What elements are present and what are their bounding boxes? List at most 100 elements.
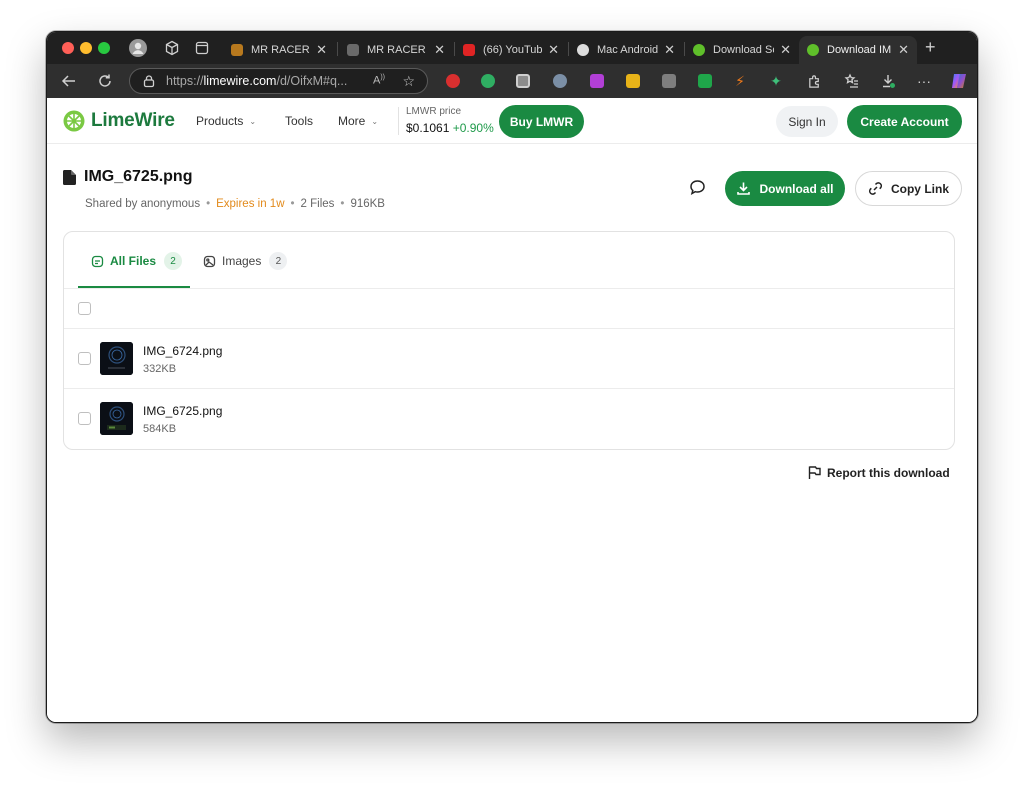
browser-window: MR RACER: P ✕ MR RACER : F ✕ (66) YouTub… bbox=[46, 31, 978, 723]
downloads-icon[interactable] bbox=[879, 72, 897, 90]
file-name[interactable]: IMG_6725.png bbox=[143, 404, 222, 418]
flag-icon bbox=[808, 466, 821, 479]
files-icon bbox=[91, 255, 104, 267]
tab-favicon-icon bbox=[347, 44, 359, 56]
file-tabs: All Files 2 Images 2 bbox=[64, 232, 954, 289]
close-tab-icon[interactable]: ✕ bbox=[548, 42, 559, 58]
expires-label: Expires in 1w bbox=[216, 198, 285, 210]
create-account-button[interactable]: Create Account bbox=[847, 105, 962, 138]
read-aloud-icon[interactable]: A)) bbox=[373, 74, 385, 87]
workspaces-icon[interactable] bbox=[163, 39, 181, 57]
extension-bolt-icon[interactable]: ⚡ bbox=[731, 72, 749, 90]
extension-bird-icon[interactable]: ✦ bbox=[767, 72, 785, 90]
extension-download-icon[interactable] bbox=[590, 74, 604, 88]
browser-tab[interactable]: Mac Android I ✕ bbox=[569, 36, 683, 64]
extension-info-icon[interactable] bbox=[662, 74, 676, 88]
zoom-window-button[interactable] bbox=[98, 42, 110, 54]
close-tab-icon[interactable]: ✕ bbox=[664, 42, 675, 58]
share-title-row: IMG_6725.png bbox=[63, 168, 192, 186]
browser-toolbar: https://limewire.com/d/OifxM#q... A)) ☆ … bbox=[47, 64, 977, 98]
extension-green-chat-icon[interactable] bbox=[481, 74, 495, 88]
lock-icon[interactable] bbox=[142, 74, 156, 88]
web-page: LimeWire Products ⌄ Tools More ⌄ LMWR pric… bbox=[47, 98, 977, 722]
nav-products[interactable]: Products ⌄ bbox=[196, 114, 256, 128]
total-size: 916KB bbox=[350, 198, 385, 210]
tab-favicon-icon bbox=[231, 44, 243, 56]
browser-tab[interactable]: MR RACER: P ✕ bbox=[223, 36, 335, 64]
limewire-logo[interactable]: LimeWire bbox=[63, 110, 175, 132]
favorites-list-icon[interactable] bbox=[843, 72, 861, 90]
buy-lmwr-button[interactable]: Buy LMWR bbox=[499, 105, 584, 138]
limewire-favicon-icon bbox=[693, 44, 705, 56]
extension-red-shield-icon[interactable] bbox=[446, 74, 460, 88]
file-count: 2 Files bbox=[300, 198, 335, 210]
select-all-checkbox[interactable] bbox=[78, 302, 91, 315]
nav-tools[interactable]: Tools bbox=[285, 114, 313, 128]
nav-more[interactable]: More ⌄ bbox=[338, 114, 378, 128]
profile-avatar-icon[interactable] bbox=[129, 39, 147, 57]
file-size: 584KB bbox=[143, 423, 177, 435]
extension-green-square-icon[interactable] bbox=[698, 74, 712, 88]
site-header: LimeWire Products ⌄ Tools More ⌄ LMWR pric… bbox=[47, 98, 977, 144]
file-row[interactable]: IMG_6724.png 332KB bbox=[64, 329, 954, 389]
close-tab-icon[interactable]: ✕ bbox=[434, 42, 445, 58]
price-value: $0.1061 bbox=[406, 121, 450, 135]
tab-strip: MR RACER: P ✕ MR RACER : F ✕ (66) YouTub… bbox=[47, 32, 977, 64]
tab-all-files[interactable]: All Files 2 bbox=[91, 252, 183, 270]
price-change: +0.90% bbox=[452, 121, 494, 135]
report-download-link[interactable]: Report this download bbox=[807, 465, 950, 480]
extension-globe-icon[interactable] bbox=[553, 74, 567, 88]
share-meta: Shared by anonymous • Expires in 1w • 2 … bbox=[85, 198, 385, 210]
close-tab-icon[interactable]: ✕ bbox=[316, 42, 327, 58]
page-title: IMG_6725.png bbox=[84, 168, 193, 185]
lmwr-price: LMWR price $0.1061 +0.90% bbox=[406, 106, 494, 135]
extension-yellow-icon[interactable] bbox=[626, 74, 640, 88]
copy-link-button[interactable]: Copy Link bbox=[855, 171, 962, 206]
browser-tab[interactable]: (66) YouTube ✕ bbox=[455, 36, 567, 64]
close-tab-icon[interactable]: ✕ bbox=[898, 42, 909, 58]
limewire-favicon-icon bbox=[807, 44, 819, 56]
file-checkbox[interactable] bbox=[78, 412, 91, 425]
tab-images[interactable]: Images 2 bbox=[203, 252, 288, 270]
chevron-down-icon: ⌄ bbox=[371, 116, 379, 126]
tab-favicon-icon bbox=[577, 44, 589, 56]
image-icon bbox=[203, 255, 216, 267]
reload-icon[interactable] bbox=[96, 72, 114, 90]
browser-tab-active[interactable]: Download IM ✕ bbox=[799, 36, 917, 64]
file-size: 332KB bbox=[143, 363, 177, 375]
more-menu-icon[interactable]: ··· bbox=[915, 72, 933, 90]
tab-count-badge: 2 bbox=[269, 252, 288, 270]
chevron-down-icon: ⌄ bbox=[249, 116, 257, 126]
close-window-button[interactable] bbox=[62, 42, 74, 54]
files-panel: All Files 2 Images 2 IMG_6724.png 332KB … bbox=[63, 231, 955, 450]
limewire-lime-icon bbox=[63, 110, 85, 132]
tab-actions-icon[interactable] bbox=[193, 39, 211, 57]
extensions-puzzle-icon[interactable] bbox=[805, 72, 823, 90]
extension-screenshot-icon[interactable] bbox=[516, 74, 530, 88]
address-url[interactable]: https://limewire.com/d/OifxM#q... bbox=[166, 74, 356, 88]
file-checkbox[interactable] bbox=[78, 352, 91, 365]
new-tab-button[interactable]: + bbox=[925, 38, 936, 56]
link-icon bbox=[868, 182, 882, 195]
favorite-star-icon[interactable]: ☆ bbox=[402, 73, 415, 90]
browser-tab[interactable]: MR RACER : F ✕ bbox=[339, 36, 453, 64]
download-all-button[interactable]: Download all bbox=[725, 171, 845, 206]
active-tab-indicator bbox=[78, 286, 190, 288]
comment-icon[interactable] bbox=[689, 179, 707, 197]
copilot-icon[interactable] bbox=[950, 72, 968, 90]
select-all-row bbox=[64, 289, 954, 329]
file-thumbnail[interactable] bbox=[100, 402, 133, 435]
browser-tab[interactable]: Download Sc ✕ bbox=[685, 36, 799, 64]
minimize-window-button[interactable] bbox=[80, 42, 92, 54]
sign-in-button[interactable]: Sign In bbox=[776, 106, 838, 137]
file-icon bbox=[63, 169, 76, 185]
file-row[interactable]: IMG_6725.png 584KB bbox=[64, 389, 954, 449]
address-bar[interactable]: https://limewire.com/d/OifxM#q... A)) ☆ bbox=[129, 68, 428, 94]
download-icon bbox=[737, 182, 751, 195]
file-name[interactable]: IMG_6724.png bbox=[143, 344, 222, 358]
file-thumbnail[interactable] bbox=[100, 342, 133, 375]
close-tab-icon[interactable]: ✕ bbox=[780, 42, 791, 58]
youtube-icon bbox=[463, 44, 475, 56]
divider bbox=[398, 107, 399, 135]
back-icon[interactable] bbox=[60, 72, 78, 90]
